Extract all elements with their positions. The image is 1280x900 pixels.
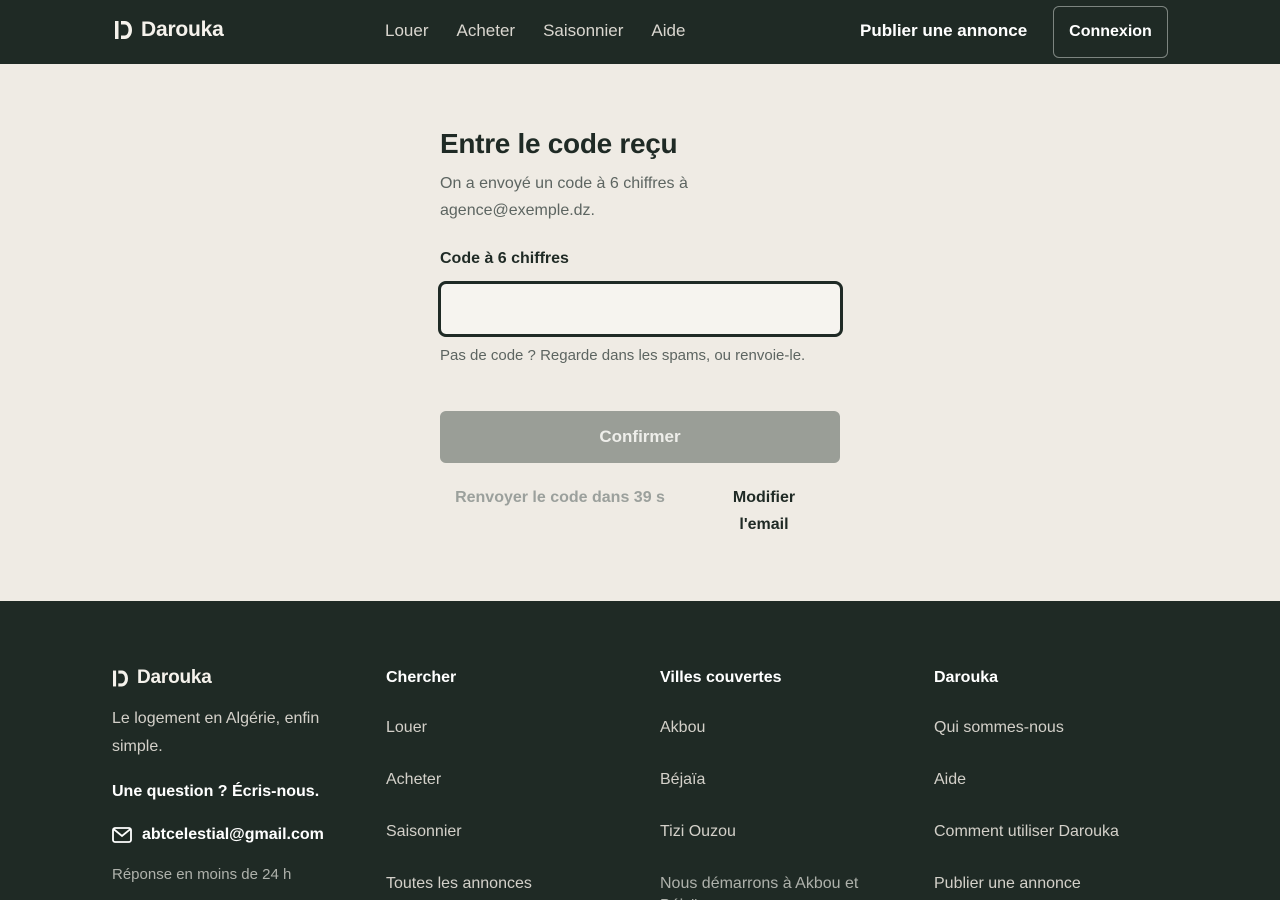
brand-name: Darouka (141, 18, 224, 41)
confirm-button[interactable]: Confirmer (440, 411, 840, 463)
footer-question: Une question ? Écris-nous. (112, 783, 320, 800)
brand-logo-link[interactable]: Darouka (115, 18, 224, 42)
footer-tagline: Le logement en Algérie, enfin simple. (112, 710, 320, 755)
footer-brand: Darouka (113, 667, 212, 689)
footer-link-louer[interactable]: Louer (386, 717, 532, 769)
footer-link-saisonnier[interactable]: Saisonnier (386, 821, 532, 873)
login-button[interactable]: Connexion (1053, 6, 1168, 58)
footer-link-tizi-ouzou[interactable]: Tizi Ouzou (660, 821, 890, 873)
modify-email-link[interactable]: Modifier l'email (714, 484, 814, 538)
footer-link-qui-sommes-nous[interactable]: Qui sommes-nous (934, 717, 1119, 769)
mail-icon (112, 827, 132, 843)
footer-email-link[interactable]: abtcelestial@gmail.com (112, 826, 324, 844)
resend-countdown: Renvoyer le code dans 39 s (455, 489, 665, 506)
main-nav: Louer Acheter Saisonnier Aide (385, 20, 713, 42)
footer-col-chercher: Chercher Louer Acheter Saisonnier Toutes… (386, 669, 532, 900)
footer-email-text: abtcelestial@gmail.com (142, 826, 324, 843)
code-field-label: Code à 6 chiffres (440, 250, 569, 267)
site-footer: Darouka Le logement en Algérie, enfin si… (0, 601, 1280, 900)
darouka-logo-icon (115, 21, 132, 39)
footer-col-title: Darouka (934, 669, 999, 686)
nav-saisonnier[interactable]: Saisonnier (543, 20, 623, 42)
publish-listing-link[interactable]: Publier une annonce (860, 20, 1027, 42)
darouka-logo-icon (113, 670, 128, 686)
nav-louer[interactable]: Louer (385, 20, 428, 42)
footer-response-time: Réponse en moins de 24 h (112, 866, 292, 883)
nav-acheter[interactable]: Acheter (456, 20, 515, 42)
footer-link-publier-annonce[interactable]: Publier une annonce (934, 873, 1119, 900)
footer-brand-name: Darouka (137, 667, 212, 688)
footer-col-title: Chercher (386, 669, 457, 686)
form-subtitle: On a envoyé un code à 6 chiffres à agenc… (440, 175, 688, 219)
page-title: Entre le code reçu (440, 128, 678, 159)
footer-link-toutes-annonces[interactable]: Toutes les annonces (386, 873, 532, 900)
footer-cities-note: Nous démarrons à Akbou et Béjaïa (660, 875, 859, 900)
site-header: Darouka Louer Acheter Saisonnier Aide Pu… (0, 0, 1280, 64)
footer-col-darouka: Darouka Qui sommes-nous Aide Comment uti… (934, 669, 1119, 900)
code-input[interactable] (438, 281, 843, 337)
footer-link-bejaia[interactable]: Béjaïa (660, 769, 890, 821)
code-hint: Pas de code ? Regarde dans les spams, ou… (440, 347, 806, 364)
footer-col-villes: Villes couvertes Akbou Béjaïa Tizi Ouzou… (660, 669, 890, 900)
footer-link-acheter[interactable]: Acheter (386, 769, 532, 821)
footer-link-akbou[interactable]: Akbou (660, 717, 890, 769)
footer-link-comment-utiliser[interactable]: Comment utiliser Darouka (934, 821, 1119, 873)
footer-col-title: Villes couvertes (660, 669, 782, 686)
nav-aide[interactable]: Aide (651, 20, 685, 42)
footer-link-aide[interactable]: Aide (934, 769, 1119, 821)
